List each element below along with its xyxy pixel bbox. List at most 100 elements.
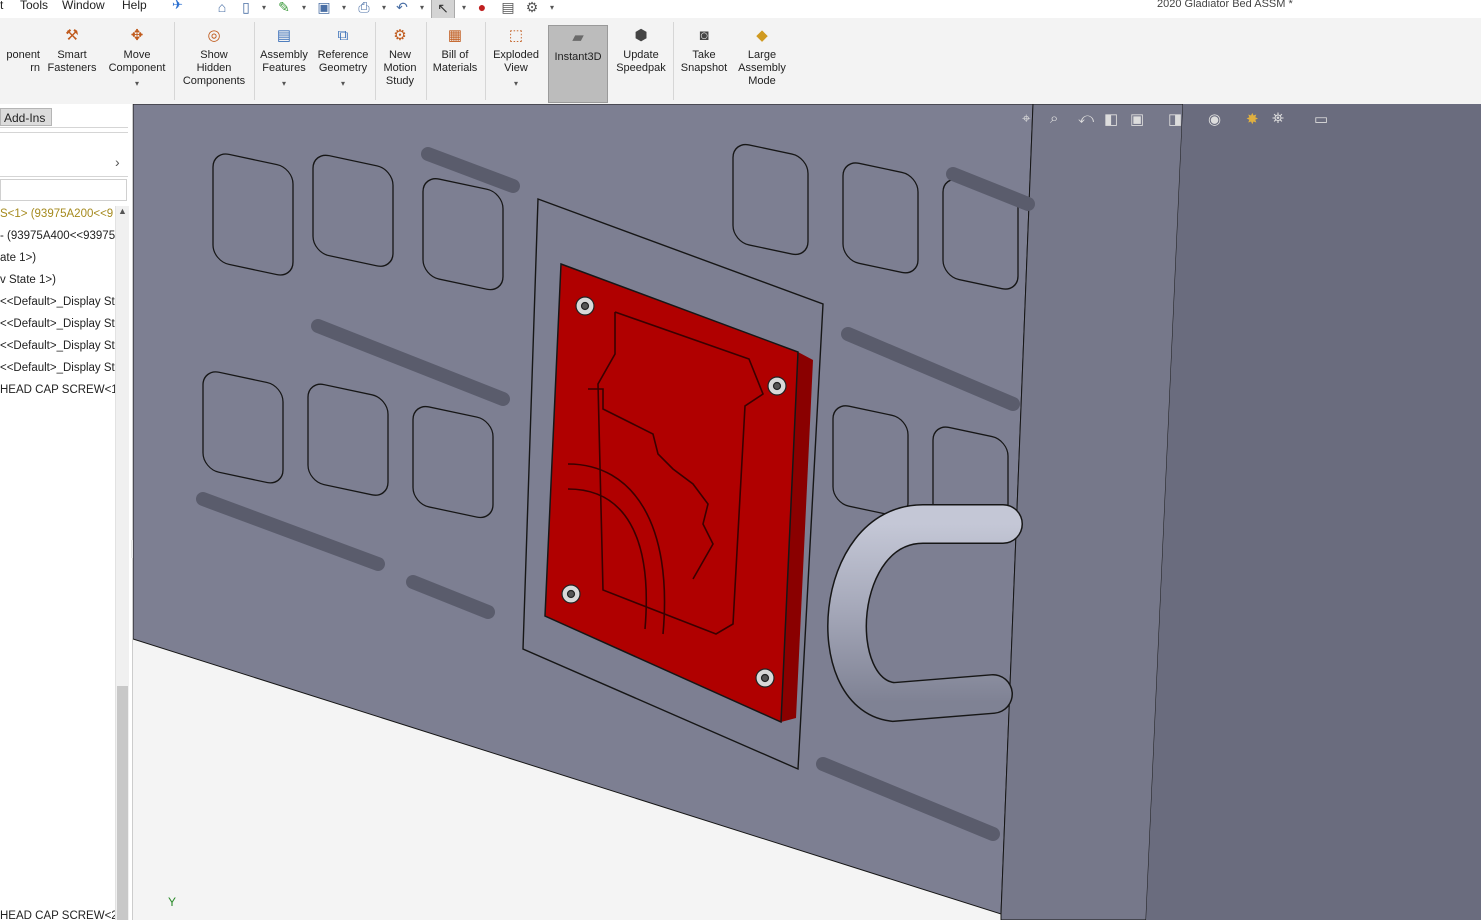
ribbon-separator: [673, 22, 674, 100]
coordinate-triad-icon: Y: [168, 895, 177, 909]
scroll-thumb[interactable]: [117, 686, 128, 920]
move-component-label: Move Component: [108, 49, 166, 74]
instant3d-button[interactable]: ▰ Instant3D: [548, 25, 608, 103]
hide-show-items-icon[interactable]: ◉: [1208, 110, 1221, 128]
document-title: 2020 Gladiator Bed ASSM *: [1157, 0, 1293, 10]
apply-scene-icon[interactable]: ⛯: [1272, 110, 1284, 127]
chevron-right-icon[interactable]: ›: [115, 154, 120, 170]
select-pointer-icon[interactable]: ↖: [431, 0, 455, 19]
tree-scrollbar[interactable]: ▲: [115, 206, 129, 920]
ribbon-separator: [426, 22, 427, 100]
reference-geometry-label: Reference Geometry: [317, 49, 369, 74]
motion-study-icon: ⚙: [393, 26, 407, 44]
tree-item[interactable]: v State 1>): [0, 274, 115, 286]
edit-appearance-icon[interactable]: ✸: [1246, 110, 1259, 128]
large-assembly-mode-button[interactable]: ◆ Large Assembly Mode: [734, 24, 790, 88]
exploded-view-icon: ⬚: [508, 26, 524, 44]
reference-geometry-icon: ⧉: [337, 26, 349, 44]
bill-of-materials-button[interactable]: ▦ Bill of Materials: [428, 24, 482, 75]
menu-bar: t Tools Window Help ✈ ⌂ ▯ ▾ ✎ ▾ ▣ ▾ ⎙ ▾ …: [0, 0, 1481, 19]
move-component-icon: ✥: [130, 26, 144, 44]
assembly-features-button[interactable]: ▤ Assembly Features ▾: [256, 24, 312, 90]
assembly-features-dropdown-icon[interactable]: ▾: [256, 77, 312, 90]
graphics-viewport[interactable]: Y: [133, 104, 1481, 920]
undo-icon[interactable]: ↶: [391, 0, 413, 17]
section-view-icon[interactable]: ◧: [1104, 110, 1118, 128]
ribbon-separator: [485, 22, 486, 100]
zoom-to-area-icon[interactable]: ⌕: [1050, 110, 1058, 127]
right-panel: [1146, 104, 1481, 920]
menu-item-partial[interactable]: t: [0, 0, 3, 12]
new-dropdown-icon[interactable]: ▾: [253, 0, 275, 17]
feature-manager-panel: Add-Ins › S<1> (93975A200<<9 - (93975A40…: [0, 104, 133, 920]
large-assembly-icon: ◆: [756, 26, 768, 44]
panel-divider: [0, 132, 128, 133]
print-icon[interactable]: ⎙: [353, 0, 375, 17]
tree-item[interactable]: S<1> (93975A200<<9: [0, 208, 115, 220]
reference-geometry-button[interactable]: ⧉ Reference Geometry ▾: [314, 24, 372, 90]
scroll-up-icon[interactable]: ▲: [118, 206, 127, 216]
menu-item-help[interactable]: Help: [122, 0, 147, 12]
panel-divider: [0, 127, 128, 128]
assembly-features-label: Assembly Features: [260, 49, 308, 74]
instant3d-label: Instant3D: [554, 51, 602, 63]
bill-of-materials-label: Bill of Materials: [432, 49, 478, 74]
update-speedpak-button[interactable]: ⬢ Update Speedpak: [612, 24, 670, 75]
smart-fasteners-button[interactable]: ⚒ Smart Fasteners: [44, 24, 100, 75]
view-settings-icon[interactable]: ▭: [1314, 110, 1328, 128]
save-icon[interactable]: ▣: [313, 0, 335, 17]
open-icon[interactable]: ✎: [273, 0, 295, 17]
new-motion-study-label: New Motion Study: [383, 49, 417, 87]
view-orientation-icon[interactable]: ▣: [1130, 110, 1144, 128]
menu-item-window[interactable]: Window: [62, 0, 105, 12]
assembly-features-icon: ▤: [276, 26, 292, 44]
move-component-button[interactable]: ✥ Move Component ▾: [104, 24, 170, 90]
exploded-view-dropdown-icon[interactable]: ▾: [487, 77, 545, 90]
command-manager-ribbon: ▦ ponent rn ⚒ Smart Fasteners ✥ Move Com…: [0, 18, 1481, 105]
save-dropdown-icon[interactable]: ▾: [333, 0, 355, 17]
tree-item[interactable]: HEAD CAP SCREW<2: [0, 910, 115, 920]
options-gear-icon[interactable]: ⚙: [521, 0, 543, 17]
tree-item[interactable]: <<Default>_Display St: [0, 318, 115, 330]
speedpak-icon: ⬢: [634, 26, 648, 44]
exploded-view-button[interactable]: ⬚ Exploded View ▾: [487, 24, 545, 90]
tree-item[interactable]: - (93975A400<<93975: [0, 230, 115, 242]
bill-of-materials-icon: ▦: [447, 26, 463, 44]
tree-filter-input[interactable]: [0, 179, 127, 201]
options-dropdown-icon[interactable]: ▾: [541, 0, 563, 17]
display-style-icon[interactable]: ◨: [1168, 110, 1182, 128]
show-hidden-icon: ◎: [207, 26, 221, 44]
smart-fasteners-label: Smart Fasteners: [47, 49, 97, 74]
instant3d-icon: ▰: [572, 28, 584, 46]
take-snapshot-label: Take Snapshot: [680, 49, 728, 74]
pin-icon[interactable]: ✈: [172, 0, 183, 13]
show-hidden-components-button[interactable]: ◎ Show Hidden Components: [178, 24, 250, 88]
update-speedpak-label: Update Speedpak: [616, 49, 666, 74]
camera-icon: ◙: [699, 26, 709, 44]
3d-model-view: [133, 104, 1481, 920]
large-assembly-mode-label: Large Assembly Mode: [738, 49, 786, 87]
home-icon[interactable]: ⌂: [211, 0, 233, 17]
smart-fasteners-icon: ⚒: [65, 26, 79, 44]
previous-view-icon[interactable]: ⤺: [1078, 110, 1094, 127]
component-pattern-button[interactable]: ▦ ponent rn: [0, 24, 40, 75]
tree-item[interactable]: HEAD CAP SCREW<1: [0, 384, 115, 396]
exploded-view-label: Exploded View: [493, 49, 539, 74]
file-properties-icon[interactable]: ▤: [497, 0, 519, 17]
zoom-to-fit-icon[interactable]: ⌖: [1022, 110, 1030, 127]
take-snapshot-button[interactable]: ◙ Take Snapshot: [676, 24, 732, 75]
tree-item[interactable]: ate 1>): [0, 252, 115, 264]
reference-geometry-dropdown-icon[interactable]: ▾: [314, 77, 372, 90]
tab-add-ins[interactable]: Add-Ins: [0, 108, 52, 126]
tree-item[interactable]: <<Default>_Display St: [0, 296, 115, 308]
open-dropdown-icon[interactable]: ▾: [293, 0, 315, 17]
menu-item-tools[interactable]: Tools: [20, 0, 48, 12]
move-component-dropdown-icon[interactable]: ▾: [104, 77, 170, 90]
rebuild-traffic-light-icon[interactable]: ●: [471, 0, 493, 17]
undo-dropdown-icon[interactable]: ▾: [411, 0, 433, 17]
ribbon-separator: [254, 22, 255, 100]
new-motion-study-button[interactable]: ⚙ New Motion Study: [377, 24, 423, 88]
ribbon-separator: [174, 22, 175, 100]
tree-item[interactable]: <<Default>_Display St: [0, 340, 115, 352]
tree-item[interactable]: <<Default>_Display St: [0, 362, 115, 374]
